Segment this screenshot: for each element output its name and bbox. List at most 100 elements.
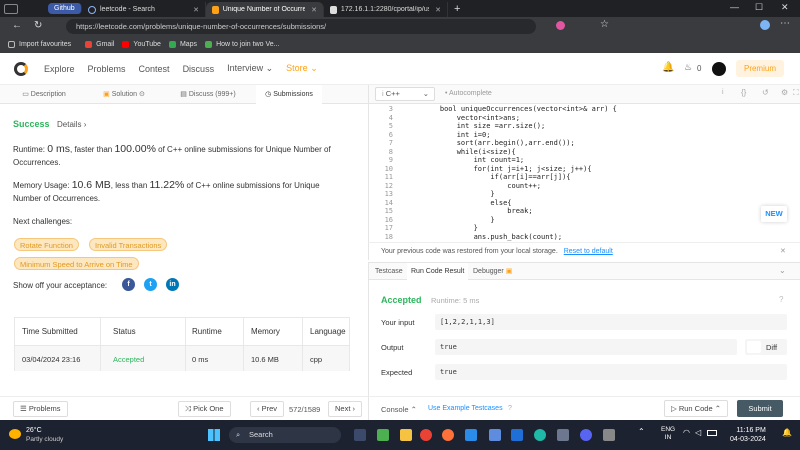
widgets-icon[interactable]	[377, 429, 389, 441]
code-line: 15 break;	[369, 207, 800, 216]
new-tab-icon[interactable]: +	[454, 3, 460, 15]
window-menu-icon[interactable]	[4, 3, 18, 14]
task-view-icon[interactable]	[354, 429, 366, 441]
challenge-minimum-speed[interactable]: Minimum Speed to Arrive on Time	[14, 257, 139, 270]
code-editor[interactable]: 3 bool uniqueOccurrences(vector<int>& ar…	[368, 104, 800, 242]
bookmark-join[interactable]: How to join two Ve...	[205, 41, 279, 48]
bookmark-import[interactable]: Import favourites	[8, 41, 71, 48]
tray-chevron-icon[interactable]: ⌃	[638, 427, 645, 436]
chevron-down-icon[interactable]: ⌄	[779, 266, 786, 275]
settings-icon[interactable]	[557, 429, 569, 441]
close-icon[interactable]: ✕	[780, 243, 786, 261]
language-indicator[interactable]: ENG IN	[661, 426, 675, 442]
close-icon[interactable]: ✕	[187, 6, 199, 14]
refresh-icon[interactable]: ↻	[34, 20, 42, 31]
tab-solution[interactable]: ▣ Solution ⊙	[88, 85, 160, 104]
profile-icon[interactable]	[760, 20, 770, 30]
file-explorer-icon[interactable]	[400, 429, 412, 441]
tab-discuss[interactable]: ▤ Discuss (999+)	[160, 85, 256, 104]
tab-run-code-result[interactable]: Run Code Result	[407, 263, 469, 281]
extension-icon[interactable]	[556, 21, 565, 30]
bookmark-gmail[interactable]: Gmail	[85, 41, 114, 48]
pick-one-button[interactable]: ⤨ Pick One	[178, 401, 231, 417]
taskbar-search[interactable]: ⌕ Search	[229, 427, 341, 443]
weather-temp[interactable]: 26°C	[26, 427, 42, 434]
next-button[interactable]: Next ›	[328, 401, 363, 417]
reset-link[interactable]: Reset to default	[564, 248, 613, 255]
minimize-icon[interactable]: —	[730, 2, 739, 12]
nav-explore[interactable]: Explore	[44, 64, 75, 74]
store-icon[interactable]	[489, 429, 501, 441]
settings-icon[interactable]: ⚙	[781, 88, 788, 97]
chevron-down-icon: ⌄	[310, 63, 318, 73]
tab-unique-number[interactable]: Unique Number of Occurrences ✕	[206, 2, 324, 17]
new-badge[interactable]: NEW	[761, 206, 787, 222]
firefox-icon[interactable]	[442, 429, 454, 441]
tab-description[interactable]: ▭ Description	[0, 85, 88, 104]
facebook-icon[interactable]: f	[122, 278, 135, 291]
close-window-icon[interactable]: ✕	[781, 2, 789, 13]
edge-icon[interactable]	[534, 429, 546, 441]
favorites-icon[interactable]: ☆	[600, 19, 609, 30]
autocomplete-toggle[interactable]: • Autocomplete	[445, 90, 492, 97]
challenge-rotate-function[interactable]: Rotate Function	[14, 238, 79, 251]
start-icon[interactable]	[208, 429, 220, 441]
tab-debugger[interactable]: Debugger ▣	[473, 263, 512, 281]
battery-icon[interactable]	[707, 430, 717, 436]
submit-button[interactable]: Submit	[737, 400, 783, 417]
close-icon[interactable]: ✕	[305, 6, 317, 14]
nav-discuss[interactable]: Discuss	[183, 64, 215, 74]
prev-button[interactable]: ‹ Prev	[250, 401, 285, 417]
undo-icon[interactable]: ↺	[762, 88, 769, 97]
bookmark-maps[interactable]: Maps	[168, 41, 197, 48]
twitter-icon[interactable]: t	[144, 278, 157, 291]
cell-status[interactable]: Accepted	[113, 346, 144, 373]
tab-cportal[interactable]: 172.16.1.1:2280/cportal/ip/user... ✕	[324, 2, 448, 17]
table-row[interactable]: 03/04/2024 23:16 Accepted 0 ms 10.6 MB c…	[15, 345, 349, 371]
run-code-button[interactable]: ▷ Run Code ⌃	[664, 400, 728, 417]
info-circle-icon[interactable]: i	[722, 89, 724, 96]
url-input[interactable]: https://leetcode.com/problems/unique-num…	[66, 19, 536, 34]
fullscreen-icon[interactable]: ⛶	[793, 88, 799, 98]
nav-problems[interactable]: Problems	[88, 64, 126, 74]
tab-testcase[interactable]: Testcase	[375, 263, 403, 281]
wifi-icon[interactable]: ◠	[683, 428, 690, 437]
language-select[interactable]: i C++ ⌄	[375, 87, 435, 101]
nav-store[interactable]: Store ⌄	[286, 63, 318, 74]
braces-icon[interactable]: {}	[741, 88, 746, 97]
challenge-invalid-transactions[interactable]: Invalid Transactions	[89, 238, 168, 251]
use-example-testcases[interactable]: Use Example Testcases	[428, 405, 503, 412]
premium-button[interactable]: Premium	[736, 60, 784, 77]
clock[interactable]: 11:16 PM 04-03-2024	[730, 426, 766, 444]
nav-interview[interactable]: Interview ⌄	[227, 63, 273, 74]
details-link[interactable]: Details ›	[57, 120, 86, 129]
bookmark-youtube[interactable]: YouTube	[122, 41, 161, 48]
more-icon[interactable]: ⋯	[780, 18, 790, 29]
leetcode-logo-icon[interactable]	[14, 61, 28, 76]
notifications-icon[interactable]: 🔔	[782, 428, 792, 437]
bell-icon[interactable]: 🔔	[662, 62, 674, 73]
vscode-icon[interactable]	[465, 429, 477, 441]
nav-contest[interactable]: Contest	[139, 64, 170, 74]
problems-button[interactable]: ☰ Problems	[13, 401, 68, 417]
tab-leetcode-search[interactable]: leetcode - Search ✕	[82, 2, 206, 17]
photos-icon[interactable]	[603, 429, 615, 441]
avatar[interactable]	[712, 62, 726, 76]
linkedin-icon[interactable]: in	[166, 278, 179, 291]
console-toggle[interactable]: Console ⌃	[381, 405, 417, 414]
tab-submissions[interactable]: ◷ Submissions	[256, 85, 322, 104]
close-icon[interactable]: ✕	[429, 6, 441, 14]
back-icon[interactable]: ←	[12, 20, 22, 31]
code-text: }	[423, 224, 478, 232]
help-icon[interactable]: ?	[508, 405, 512, 412]
mail-icon[interactable]	[511, 429, 523, 441]
help-icon[interactable]: ?	[779, 295, 783, 304]
volume-icon[interactable]: ◁	[695, 428, 701, 437]
discord-icon[interactable]	[580, 429, 592, 441]
diff-toggle[interactable]: Diff	[745, 339, 787, 355]
weather-icon[interactable]	[9, 429, 21, 439]
maximize-icon[interactable]: ☐	[755, 2, 763, 13]
tab-github[interactable]: Github	[48, 3, 82, 14]
tab-label: Discuss (999+)	[188, 91, 236, 98]
chrome-icon[interactable]	[420, 429, 432, 441]
